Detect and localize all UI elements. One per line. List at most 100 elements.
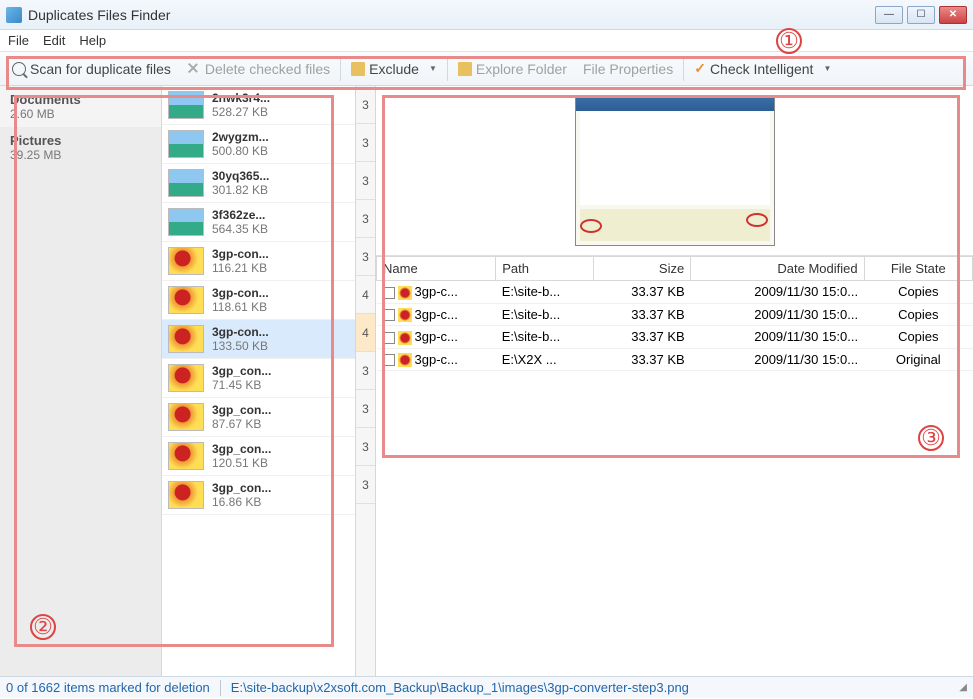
chevron-down-icon: ▼ <box>823 64 831 73</box>
separator <box>220 680 221 696</box>
row-checkbox[interactable] <box>383 332 395 344</box>
file-size: 564.35 KB <box>212 222 268 236</box>
search-icon <box>12 62 26 76</box>
duplicate-count: 4 <box>356 276 375 314</box>
close-button[interactable]: ✕ <box>939 6 967 24</box>
file-name: 3gp-con... <box>212 325 269 339</box>
file-name: 3gp_con... <box>212 364 271 378</box>
file-row[interactable]: 3gp_con...87.67 KB <box>162 398 355 437</box>
preview-image <box>575 96 775 246</box>
cell-path: E:\site-b... <box>496 303 594 326</box>
maximize-button[interactable]: ☐ <box>907 6 935 24</box>
row-checkbox[interactable] <box>383 354 395 366</box>
col-path[interactable]: Path <box>496 257 594 281</box>
menu-edit[interactable]: Edit <box>43 33 65 48</box>
file-name: 3gp_con... <box>212 403 271 417</box>
row-checkbox[interactable] <box>383 287 395 299</box>
status-marked: 0 of 1662 items marked for deletion <box>6 680 210 695</box>
table-header-row: Name Path Size Date Modified File State <box>377 257 973 281</box>
file-row[interactable]: 3gp_con...71.45 KB <box>162 359 355 398</box>
file-name: 3gp-con... <box>212 247 269 261</box>
check-intel-label: Check Intelligent <box>710 61 814 77</box>
cell-size: 33.37 KB <box>593 281 691 304</box>
separator <box>340 57 341 81</box>
duplicate-count: 3 <box>356 238 375 276</box>
menu-help[interactable]: Help <box>79 33 106 48</box>
cell-date: 2009/11/30 15:0... <box>691 281 864 304</box>
thumbnail <box>168 247 204 275</box>
cell-name: 3gp-c... <box>415 329 458 344</box>
scan-button[interactable]: Scan for duplicate files <box>4 57 179 81</box>
explore-label: Explore Folder <box>476 61 567 77</box>
cell-size: 33.37 KB <box>593 326 691 349</box>
file-icon <box>398 286 412 300</box>
file-size: 87.67 KB <box>212 417 271 431</box>
folder-size: 2.60 MB <box>10 107 151 121</box>
toolbar: Scan for duplicate files Delete checked … <box>0 52 973 86</box>
window-controls: — ☐ ✕ <box>875 6 967 24</box>
file-size: 116.21 KB <box>212 261 269 275</box>
file-row[interactable]: 3gp-con...116.21 KB <box>162 242 355 281</box>
resize-grip[interactable]: ◢ <box>959 682 967 693</box>
table-row[interactable]: 3gp-c...E:\X2X ...33.37 KB2009/11/30 15:… <box>377 348 973 371</box>
duplicate-count: 3 <box>356 352 375 390</box>
cell-name: 3gp-c... <box>415 284 458 299</box>
separator <box>447 57 448 81</box>
sidebar-item-documents[interactable]: Documents 2.60 MB <box>0 86 161 127</box>
file-row[interactable]: 3gp-con...133.50 KB <box>162 320 355 359</box>
table-row[interactable]: 3gp-c...E:\site-b...33.37 KB2009/11/30 1… <box>377 303 973 326</box>
file-row[interactable]: 2nwk3r4...528.27 KB <box>162 86 355 125</box>
col-state[interactable]: File State <box>864 257 972 281</box>
file-size: 528.27 KB <box>212 105 270 119</box>
col-date[interactable]: Date Modified <box>691 257 864 281</box>
duplicate-count: 3 <box>356 466 375 504</box>
file-size: 120.51 KB <box>212 456 271 470</box>
sidebar-item-pictures[interactable]: Pictures 39.25 MB <box>0 127 161 168</box>
file-properties-button[interactable]: File Properties <box>575 57 681 81</box>
file-name: 3f362ze... <box>212 208 268 222</box>
duplicate-count: 3 <box>356 390 375 428</box>
thumbnail <box>168 169 204 197</box>
file-icon <box>398 308 412 322</box>
duplicate-count: 3 <box>356 86 375 124</box>
folder-icon <box>351 62 365 76</box>
file-row[interactable]: 3gp-con...118.61 KB <box>162 281 355 320</box>
file-name: 3gp_con... <box>212 442 271 456</box>
col-size[interactable]: Size <box>593 257 691 281</box>
cell-size: 33.37 KB <box>593 303 691 326</box>
file-row[interactable]: 2wygzm...500.80 KB <box>162 125 355 164</box>
row-checkbox[interactable] <box>383 309 395 321</box>
properties-label: File Properties <box>583 61 673 77</box>
col-name[interactable]: Name <box>377 257 496 281</box>
file-row[interactable]: 30yq365...301.82 KB <box>162 164 355 203</box>
menubar: File Edit Help <box>0 30 973 52</box>
duplicate-count: 3 <box>356 428 375 466</box>
file-size: 133.50 KB <box>212 339 269 353</box>
thumbnail <box>168 91 204 119</box>
preview-area <box>376 86 973 256</box>
cell-state: Copies <box>864 326 972 349</box>
file-row[interactable]: 3gp_con...120.51 KB <box>162 437 355 476</box>
file-row[interactable]: 3f362ze...564.35 KB <box>162 203 355 242</box>
thumbnail <box>168 481 204 509</box>
separator <box>683 57 684 81</box>
file-size: 71.45 KB <box>212 378 271 392</box>
file-row[interactable]: 3gp_con...16.86 KB <box>162 476 355 515</box>
cell-state: Copies <box>864 303 972 326</box>
menu-file[interactable]: File <box>8 33 29 48</box>
delete-checked-button[interactable]: Delete checked files <box>179 57 338 81</box>
file-list[interactable]: 2nwk3r4...528.27 KB2wygzm...500.80 KB30y… <box>162 86 356 676</box>
count-column: 33333443333 <box>356 86 376 676</box>
table-row[interactable]: 3gp-c...E:\site-b...33.37 KB2009/11/30 1… <box>377 326 973 349</box>
exclude-button[interactable]: Exclude ▼ <box>343 57 445 81</box>
file-name: 3gp_con... <box>212 481 271 495</box>
explore-folder-button[interactable]: Explore Folder <box>450 57 575 81</box>
titlebar: Duplicates Files Finder — ☐ ✕ <box>0 0 973 30</box>
check-intelligent-button[interactable]: ✓ Check Intelligent ▼ <box>686 56 839 81</box>
minimize-button[interactable]: — <box>875 6 903 24</box>
folder-size: 39.25 MB <box>10 148 151 162</box>
duplicate-count: 3 <box>356 124 375 162</box>
file-size: 118.61 KB <box>212 300 269 314</box>
window-title: Duplicates Files Finder <box>28 7 875 23</box>
table-row[interactable]: 3gp-c...E:\site-b...33.37 KB2009/11/30 1… <box>377 281 973 304</box>
